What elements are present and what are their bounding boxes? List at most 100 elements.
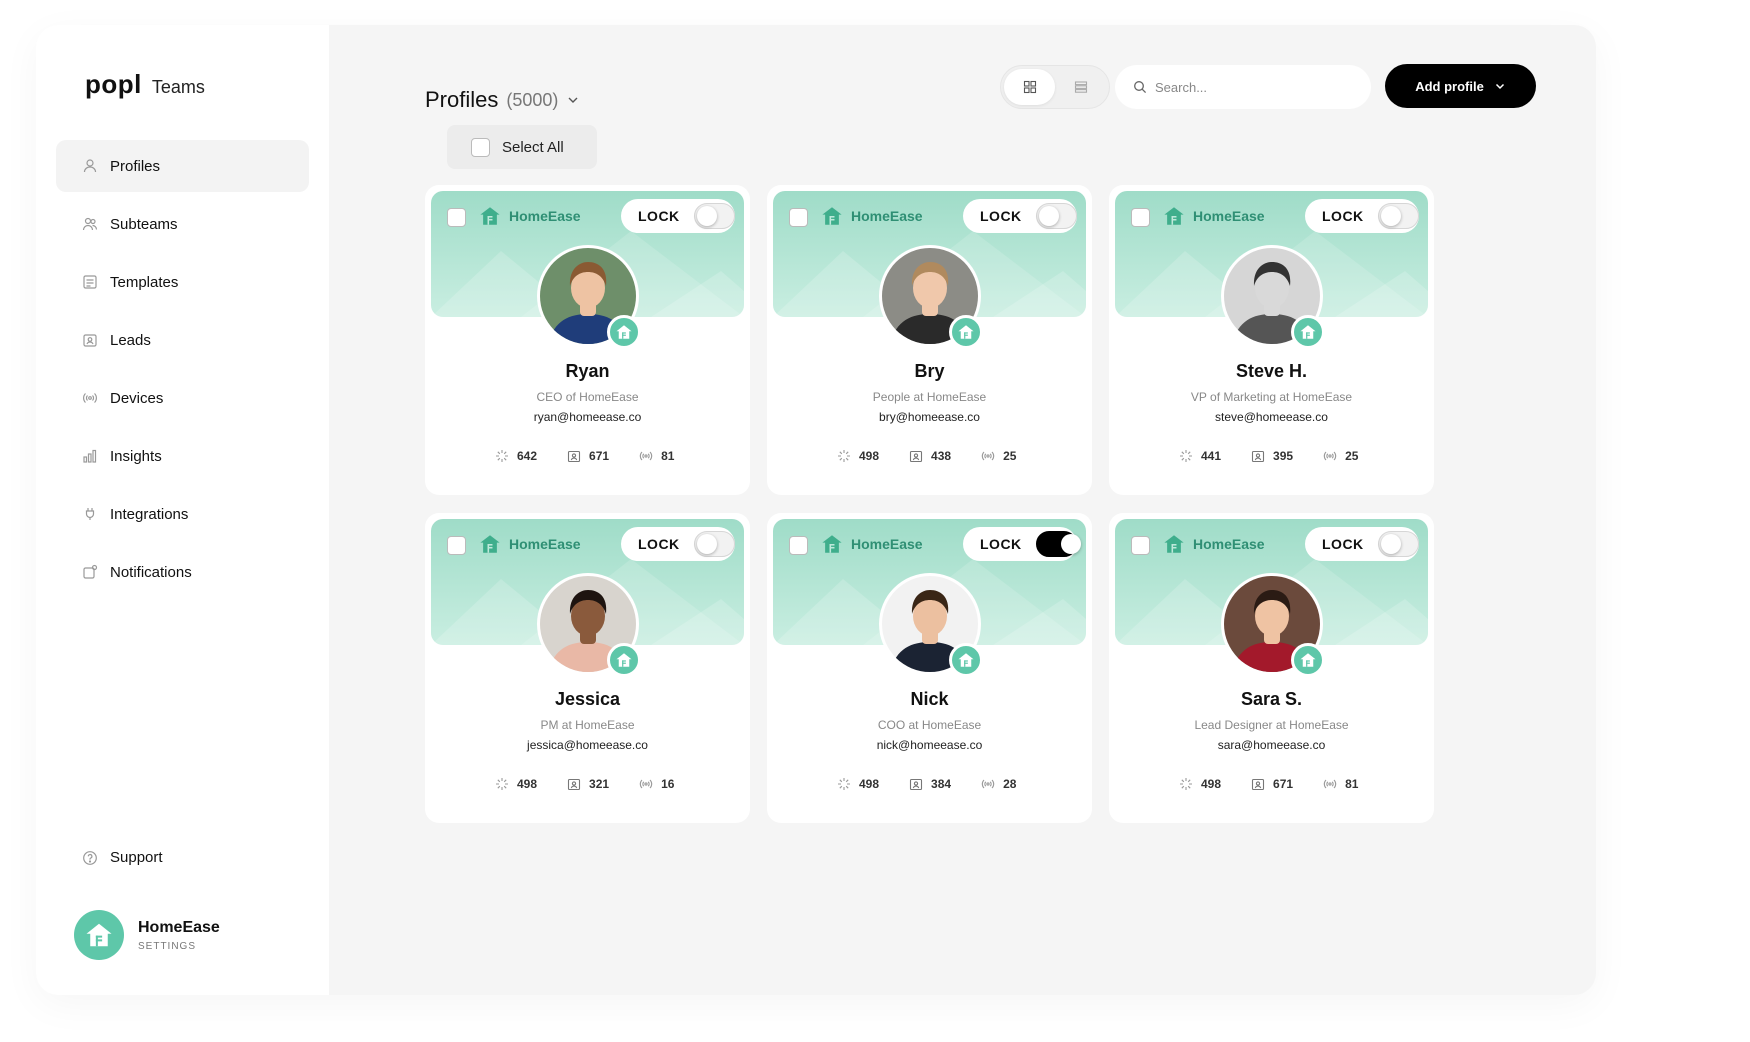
taps-count: 28 [1003, 777, 1017, 791]
company-badge [1291, 315, 1325, 349]
taps-count: 81 [661, 449, 675, 463]
leads-stat: 384 [909, 777, 951, 791]
add-profile-label: Add profile [1415, 78, 1484, 94]
profile-role: PM at HomeEase [540, 718, 635, 732]
house-icon [1164, 535, 1184, 553]
contact-card-icon [1251, 778, 1265, 791]
lock-switch[interactable] [693, 531, 735, 557]
profile-stats: 498 671 81 [1179, 777, 1358, 791]
house-icon [958, 653, 974, 667]
card-checkbox[interactable] [1131, 536, 1150, 555]
chevron-down-icon [568, 97, 578, 103]
views-stat: 498 [495, 777, 537, 791]
card-checkbox[interactable] [447, 208, 466, 227]
card-brand: HomeEase [821, 205, 923, 227]
profile-stats: 441 395 25 [1179, 449, 1358, 463]
profiles-title-dropdown[interactable]: Profiles (5000) [425, 87, 580, 113]
profile-stats: 498 384 28 [837, 777, 1016, 791]
taps-count: 16 [661, 777, 675, 791]
lock-switch[interactable] [1377, 531, 1419, 557]
profile-card[interactable]: HomeEase LOCK Nick COO at HomeEase nick@… [767, 513, 1092, 823]
profile-card[interactable]: HomeEase LOCK Steve H. VP of Marketing a… [1109, 185, 1434, 495]
brand-name: HomeEase [851, 208, 923, 224]
sidebar-item-label: Templates [110, 273, 179, 291]
profile-card[interactable]: HomeEase LOCK Sara S. Lead Designer at H… [1109, 513, 1434, 823]
contact-card-icon [567, 450, 581, 463]
lock-switch[interactable] [1035, 531, 1081, 557]
switch-knob [696, 206, 717, 226]
card-checkbox[interactable] [447, 536, 466, 555]
card-checkbox[interactable] [789, 208, 808, 227]
search-box[interactable] [1115, 65, 1371, 109]
sidebar-item-label: Profiles [110, 157, 161, 175]
house-icon [1300, 653, 1316, 667]
sidebar-item-label: Subteams [110, 215, 178, 233]
views-count: 498 [859, 449, 880, 463]
brand-name: HomeEase [1193, 208, 1265, 224]
sidebar-item-label: Insights [110, 447, 162, 465]
taps-stat: 25 [1323, 449, 1358, 463]
search-input[interactable] [1155, 79, 1345, 95]
lock-switch[interactable] [1035, 203, 1077, 229]
switch-knob [1038, 206, 1059, 226]
profile-role: COO at HomeEase [877, 718, 982, 732]
lock-label: LOCK [638, 536, 680, 552]
lock-toggle[interactable]: LOCK [621, 527, 735, 561]
sidebar-item-subteams[interactable]: Subteams [56, 198, 309, 250]
sidebar-item-integrations[interactable]: Integrations [56, 488, 309, 540]
select-all-button[interactable]: Select All [447, 125, 597, 169]
lock-toggle[interactable]: LOCK [963, 199, 1077, 233]
card-checkbox[interactable] [789, 536, 808, 555]
house-icon [958, 325, 974, 339]
profile-name: Ryan [565, 361, 610, 381]
sidebar-item-notifications[interactable]: Notifications [56, 546, 309, 598]
views-count: 498 [517, 777, 538, 791]
house-icon [616, 653, 632, 667]
sidebar-item-profiles[interactable]: Profiles [56, 140, 309, 192]
template-icon [82, 274, 98, 290]
person-icon [82, 158, 98, 174]
sidebar-item-label: Leads [110, 331, 151, 349]
sidebar-item-devices[interactable]: Devices [56, 372, 309, 424]
support-link[interactable]: Support [82, 849, 163, 866]
profile-card[interactable]: HomeEase LOCK Jessica PM at HomeEase jes… [425, 513, 750, 823]
profile-email: ryan@homeease.co [533, 410, 642, 424]
lock-toggle[interactable]: LOCK [1305, 199, 1419, 233]
profile-email: bry@homeease.co [879, 410, 980, 424]
profile-role: CEO of HomeEase [536, 390, 639, 404]
lock-toggle[interactable]: LOCK [1305, 527, 1419, 561]
broadcast-icon [82, 390, 98, 406]
card-brand: HomeEase [1163, 205, 1265, 227]
logo: popl Teams [85, 69, 205, 100]
switch-knob [1060, 534, 1081, 554]
org-settings[interactable]: HomeEase SETTINGS [74, 910, 220, 960]
main-content: Profiles (5000) Add profile Select All [329, 25, 1596, 995]
lock-switch[interactable] [693, 203, 735, 229]
profile-stats: 498 321 16 [495, 777, 674, 791]
house-icon [822, 535, 842, 553]
house-icon [480, 535, 500, 553]
lock-toggle[interactable]: LOCK [621, 199, 735, 233]
broadcast-icon [1323, 451, 1337, 461]
leads-count: 671 [1273, 777, 1294, 791]
logo-subtitle: Teams [151, 77, 205, 97]
profile-email: steve@homeease.co [1215, 410, 1328, 424]
grid-view-button[interactable] [1004, 69, 1055, 105]
plug-icon [82, 506, 98, 522]
sidebar-item-leads[interactable]: Leads [56, 314, 309, 366]
sidebar-item-insights[interactable]: Insights [56, 430, 309, 482]
add-profile-button[interactable]: Add profile [1385, 64, 1536, 108]
logo-mark: popl [85, 69, 142, 99]
select-all-label: Select All [502, 138, 564, 156]
select-all-checkbox[interactable] [471, 137, 490, 157]
people-icon [82, 216, 98, 232]
profile-card[interactable]: HomeEase LOCK Ryan CEO of HomeEase ryan@… [425, 185, 750, 495]
card-checkbox[interactable] [1131, 208, 1150, 227]
lock-switch[interactable] [1377, 203, 1419, 229]
profile-card[interactable]: HomeEase LOCK Bry People at HomeEase bry… [767, 185, 1092, 495]
lock-toggle[interactable]: LOCK [963, 527, 1081, 561]
sidebar-item-templates[interactable]: Templates [56, 256, 309, 308]
list-view-button[interactable] [1055, 69, 1106, 105]
grid-icon [1023, 80, 1036, 94]
card-brand: HomeEase [821, 533, 923, 555]
